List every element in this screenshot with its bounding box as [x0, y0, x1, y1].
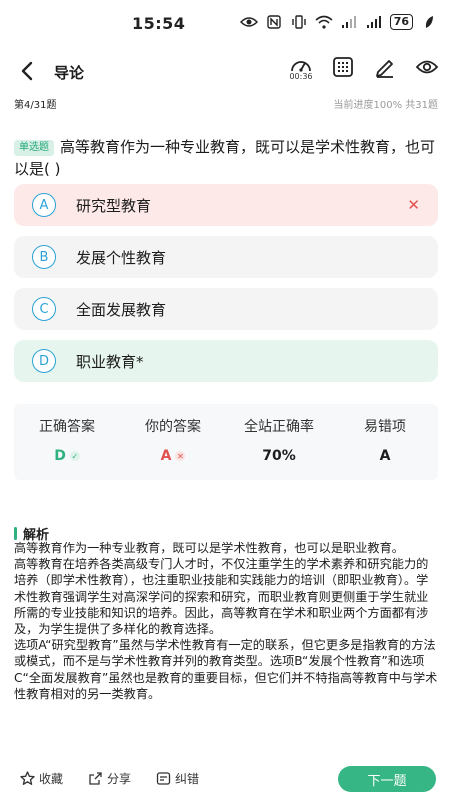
share-icon: [89, 772, 102, 785]
answer-sheet-button[interactable]: [330, 56, 356, 86]
question-text: 高等教育作为一种专业教育，既可以是学术性教育，也可以是( ): [14, 138, 436, 178]
leaf-icon: [420, 15, 438, 29]
analysis-body: 高等教育作为一种专业教育，既可以是学术性教育，也可以是职业教育。 高等教育在培养…: [14, 540, 438, 702]
signal-2g-icon: [340, 15, 358, 29]
grid-icon: [333, 57, 353, 77]
share-label: 分享: [107, 772, 132, 786]
favorite-button[interactable]: 收藏: [20, 770, 63, 787]
stat-label: 正确答案: [39, 419, 95, 435]
common-mistake-value: A: [379, 448, 391, 464]
option-text: 研究型教育: [76, 196, 152, 215]
cross-icon: ✕: [175, 451, 186, 461]
question-number: 第4/31题: [14, 100, 57, 111]
progress-text: 当前进度100%: [333, 100, 403, 111]
stat-correct-answer: 正确答案 D ✓: [14, 416, 120, 464]
correct-answer-value: D: [54, 448, 66, 464]
top-nav-bar: 导论 00:36: [0, 52, 450, 92]
option-b[interactable]: B 发展个性教育: [14, 236, 438, 278]
answer-stats: 正确答案 D ✓ 你的答案 A ✕ 全站正确率 70% 易错项 A: [14, 404, 438, 480]
edit-button[interactable]: [372, 56, 398, 86]
pencil-icon: [376, 60, 393, 78]
stat-your-answer: 你的答案 A ✕: [120, 416, 226, 464]
question-type-badge: 单选题: [14, 140, 54, 156]
signal-5g-icon: [365, 15, 383, 29]
page-title: 导论: [54, 64, 85, 82]
option-text: 职业教育*: [76, 352, 144, 371]
star-icon: [20, 771, 35, 785]
check-icon: ✓: [69, 451, 80, 461]
stat-label: 易错项: [364, 419, 406, 435]
option-text: 发展个性教育: [76, 248, 167, 267]
favorite-label: 收藏: [39, 772, 64, 786]
option-text: 全面发展教育: [76, 300, 167, 319]
wrong-mark-icon: ✕: [407, 196, 420, 214]
analysis-paragraph: 高等教育作为一种专业教育，既可以是学术性教育，也可以是职业教育。: [14, 541, 404, 555]
eye-icon: [239, 15, 258, 29]
status-time: 15:54: [132, 14, 186, 33]
bottom-toolbar: 收藏 分享 纠错 下一题: [0, 762, 450, 800]
analysis-paragraph: 高等教育在培养各类高级专门人才时，不仅注重学生的学术素养和研究能力的培养（即学术…: [14, 557, 429, 637]
your-answer-value: A: [160, 448, 172, 464]
status-bar: 15:54 76: [0, 0, 450, 44]
total-questions: 共31题: [405, 100, 438, 111]
correction-label: 纠错: [175, 772, 200, 786]
back-button[interactable]: [14, 58, 40, 84]
option-a[interactable]: A 研究型教育 ✕: [14, 184, 438, 226]
stat-label: 你的答案: [145, 419, 201, 435]
option-letter: A: [32, 193, 56, 217]
section-marker: [14, 527, 17, 540]
question-stem: 单选题 高等教育作为一种专业教育，既可以是学术性教育，也可以是( ): [14, 136, 438, 180]
stat-accuracy: 全站正确率 70%: [226, 416, 332, 464]
next-question-button[interactable]: 下一题: [338, 766, 436, 792]
analysis-paragraph: 选项A“研究型教育”虽然与学术性教育有一定的联系，但它更多是指教育的方法或模式，…: [14, 638, 438, 701]
option-d[interactable]: D 职业教育*: [14, 340, 438, 382]
accuracy-value: 70%: [262, 448, 296, 464]
timer-text: 00:36: [289, 72, 313, 81]
header-actions: 00:36: [288, 56, 440, 86]
progress-info: 当前进度100% 共31题: [333, 96, 438, 111]
option-c[interactable]: C 全面发展教育: [14, 288, 438, 330]
share-button[interactable]: 分享: [88, 770, 131, 787]
vibrate-icon: [290, 15, 308, 29]
option-letter: B: [32, 245, 56, 269]
battery-indicator: 76: [389, 14, 413, 30]
option-letter: C: [32, 297, 56, 321]
report-error-icon: [156, 772, 171, 785]
wifi-icon: [315, 15, 333, 29]
stat-label: 全站正确率: [244, 419, 314, 435]
correction-button[interactable]: 纠错: [156, 770, 199, 787]
status-icons: 76: [239, 14, 438, 30]
nfc-icon: [265, 15, 283, 29]
chevron-left-icon: [21, 61, 33, 81]
timer-button[interactable]: 00:36: [288, 56, 314, 86]
eye-icon: [415, 60, 439, 74]
progress-row: 第4/31题 当前进度100% 共31题: [0, 94, 450, 112]
eye-mode-button[interactable]: [414, 56, 440, 86]
stat-common-mistake: 易错项 A: [332, 416, 438, 464]
option-letter: D: [32, 349, 56, 373]
